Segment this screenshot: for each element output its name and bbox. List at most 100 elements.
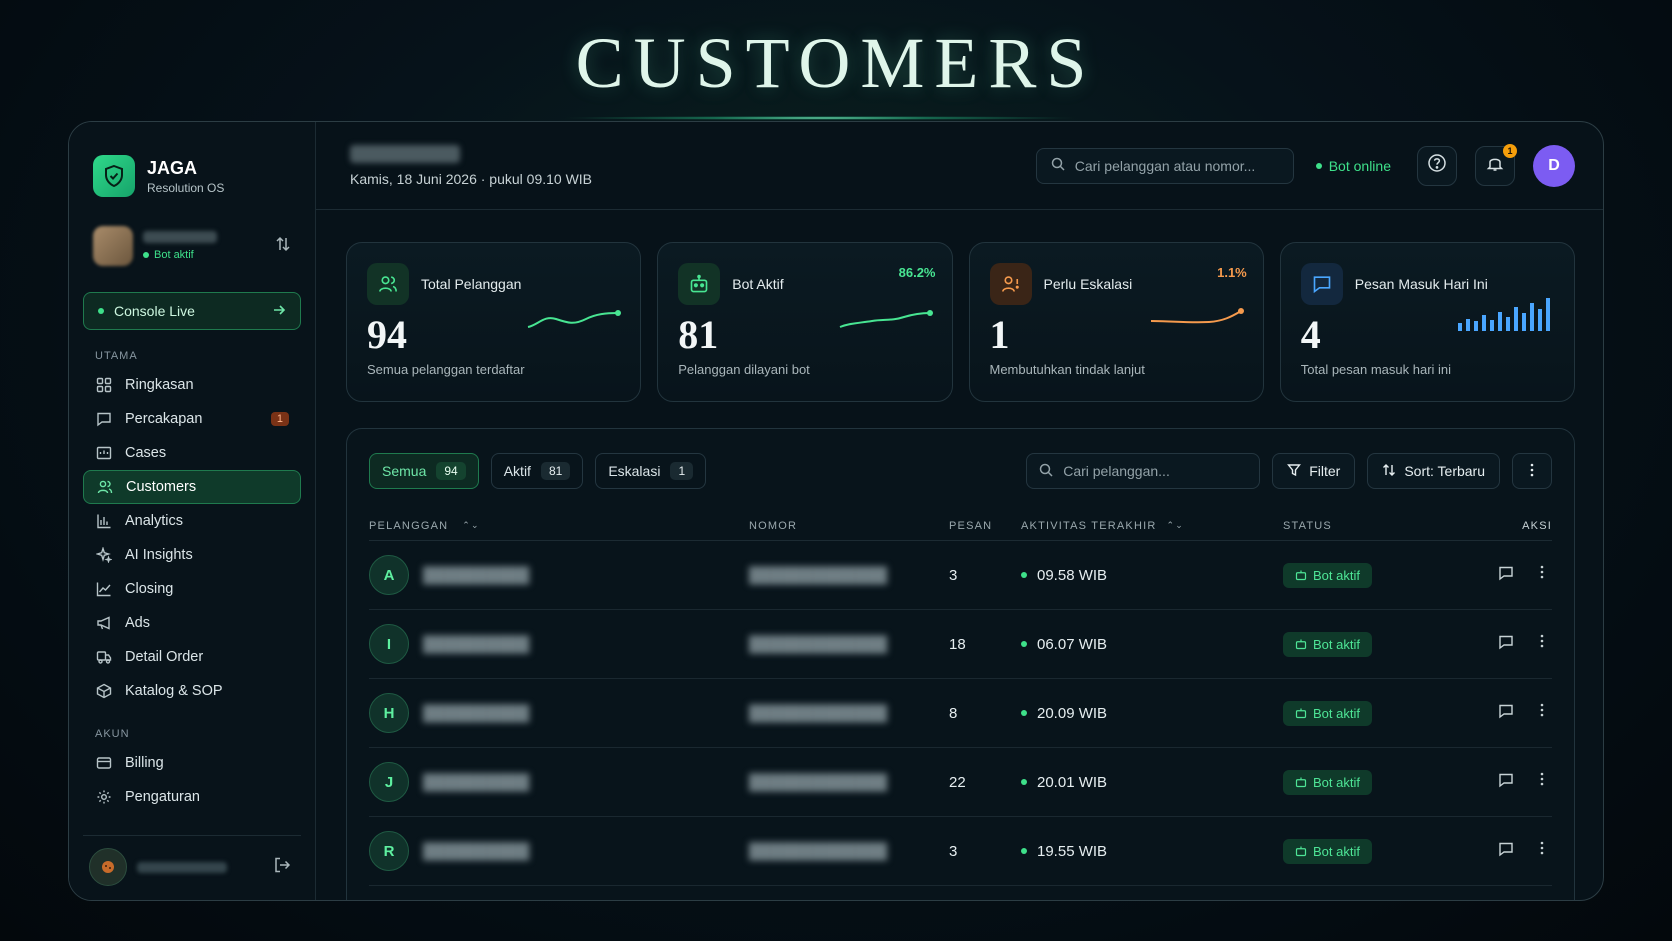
customer-number-redacted: █████████████ <box>749 773 888 791</box>
customer-avatar: I <box>369 624 409 664</box>
sidebar-item-cases[interactable]: Cases <box>83 436 301 470</box>
more-vertical-icon[interactable] <box>1540 841 1544 861</box>
bot-icon <box>1295 639 1307 650</box>
message-count: 3 <box>949 566 958 584</box>
column-header-activity[interactable]: AKTIVITAS TERAKHIR ⌃⌄ <box>1021 520 1283 532</box>
notification-badge: 1 <box>1503 143 1517 158</box>
message-count: 18 <box>949 635 966 653</box>
stat-description: Semua pelanggan terdaftar <box>367 362 525 377</box>
chat-icon[interactable] <box>1498 565 1514 585</box>
filter-button[interactable]: Filter <box>1272 453 1356 489</box>
customer-number-redacted: █████████████ <box>749 842 888 860</box>
sidebar-item-analytics[interactable]: Analytics <box>83 504 301 538</box>
swap-icon[interactable] <box>275 236 291 257</box>
tab-aktif[interactable]: Aktif 81 <box>490 453 584 489</box>
sidebar-item-katalog[interactable]: Katalog & SOP <box>83 674 301 708</box>
arrow-right-icon <box>272 303 286 320</box>
console-live-button[interactable]: Console Live <box>83 292 301 330</box>
status-badge: Bot aktif <box>1283 631 1372 657</box>
customer-name-redacted: ██████████ <box>423 773 530 791</box>
last-activity: 20.09 WIB <box>1021 705 1283 722</box>
customer-name-redacted: ██████████ <box>423 635 530 653</box>
app-window: JAGA Resolution OS Bot aktif Console Liv… <box>68 121 1604 901</box>
chat-icon[interactable] <box>1498 841 1514 861</box>
sidebar-item-percakapan[interactable]: Percakapan 1 <box>83 402 301 436</box>
bot-icon <box>1295 708 1307 719</box>
message-icon <box>1300 263 1343 305</box>
shield-icon <box>93 155 135 197</box>
bar-sparkline <box>1458 298 1550 331</box>
section-label-main: UTAMA <box>95 350 138 362</box>
stat-card-eskalasi: Perlu Eskalasi 1.1% 1 Membutuhkan tindak… <box>968 242 1264 402</box>
sidebar-item-billing[interactable]: Billing <box>83 746 301 780</box>
message-count: 22 <box>949 773 966 791</box>
sort-chevron-icon: ⌃⌄ <box>462 520 480 530</box>
workspace-switcher[interactable]: Bot aktif <box>83 218 301 274</box>
sidebar-item-pengaturan[interactable]: Pengaturan <box>83 780 301 814</box>
stat-label: Bot Aktif <box>732 276 784 292</box>
user-avatar-small[interactable] <box>89 848 127 886</box>
sidebar-item-closing[interactable]: Closing <box>83 572 301 606</box>
brand: JAGA Resolution OS <box>83 122 301 208</box>
last-activity: 06.07 WIB <box>1021 636 1283 653</box>
stat-percentage: 1.1% <box>1217 265 1247 280</box>
box-icon <box>95 682 113 700</box>
status-badge: Bot aktif <box>1283 700 1372 726</box>
sidebar-item-ringkasan[interactable]: Ringkasan <box>83 368 301 402</box>
notifications-button[interactable]: 1 <box>1475 143 1517 186</box>
table-row[interactable]: I ██████████ █████████████ 18 06.07 WIB … <box>369 610 1552 679</box>
tab-eskalasi[interactable]: Eskalasi 1 <box>595 453 707 489</box>
customer-avatar: J <box>369 762 409 802</box>
more-vertical-icon[interactable] <box>1540 565 1544 585</box>
chat-icon[interactable] <box>1498 634 1514 654</box>
users-icon <box>367 263 409 305</box>
bot-online-status: Bot online <box>1315 158 1391 174</box>
global-search-input[interactable]: Cari pelanggan atau nomor... <box>1035 147 1294 184</box>
sort-icon <box>1382 463 1396 480</box>
sparkline <box>839 310 933 328</box>
sidebar-item-customers[interactable]: Customers <box>83 470 301 504</box>
table-toolbar: Semua 94 Aktif 81 Eskalasi 1 Cari pelang… <box>369 453 1552 489</box>
sidebar-item-ads[interactable]: Ads <box>83 606 301 640</box>
sidebar-footer <box>83 835 301 886</box>
chat-icon[interactable] <box>1498 703 1514 723</box>
customer-number-redacted: █████████████ <box>749 635 888 653</box>
table-row[interactable]: J ██████████ █████████████ 22 20.01 WIB … <box>369 748 1552 817</box>
table-header: PELANGGAN ⌃⌄ NOMOR PESAN AKTIVITAS TERAKH… <box>369 511 1552 541</box>
customer-search-input[interactable]: Cari pelanggan... <box>1026 453 1261 489</box>
logout-icon[interactable] <box>273 856 291 879</box>
table-row[interactable]: H ██████████ █████████████ 8 20.09 WIB B… <box>369 679 1552 748</box>
sort-chevron-icon: ⌃⌄ <box>1166 520 1184 530</box>
brand-name: JAGA <box>147 157 198 178</box>
help-button[interactable] <box>1417 145 1457 186</box>
table-body: A ██████████ █████████████ 3 09.58 WIB B… <box>369 541 1552 886</box>
status-badge: Bot aktif <box>1283 769 1372 795</box>
customers-table-card: Semua 94 Aktif 81 Eskalasi 1 Cari pelang… <box>346 428 1575 900</box>
filter-icon <box>1287 463 1302 480</box>
help-icon <box>1427 153 1447 178</box>
table-row[interactable]: A ██████████ █████████████ 3 09.58 WIB B… <box>369 541 1552 610</box>
more-vertical-icon[interactable] <box>1540 703 1544 723</box>
status-badge: Bot aktif <box>1283 562 1372 588</box>
sidebar: JAGA Resolution OS Bot aktif Console Liv… <box>69 122 316 900</box>
table-row[interactable]: R ██████████ █████████████ 3 19.55 WIB B… <box>369 817 1552 886</box>
tab-count: 1 <box>670 462 694 480</box>
inbox-icon <box>95 444 113 462</box>
stat-percentage: 86.2% <box>898 265 936 280</box>
main-content: Kamis, 18 Juni 2026 · pukul 09.10 WIB Ca… <box>316 122 1603 900</box>
chat-icon[interactable] <box>1498 772 1514 792</box>
more-vertical-icon[interactable] <box>1540 772 1544 792</box>
column-header-actions: AKSI <box>1522 519 1552 532</box>
sort-button[interactable]: Sort: Terbaru <box>1367 453 1500 489</box>
sidebar-item-detail-order[interactable]: Detail Order <box>83 640 301 674</box>
user-avatar[interactable]: D <box>1533 144 1575 187</box>
page-title <box>350 144 460 163</box>
customer-avatar: R <box>369 831 409 871</box>
sidebar-item-ai-insights[interactable]: AI Insights <box>83 538 301 572</box>
more-vertical-icon[interactable] <box>1540 634 1544 654</box>
tab-semua[interactable]: Semua 94 <box>369 453 479 489</box>
stat-card-bot-aktif: Bot Aktif 86.2% 81 Pelanggan dilayani bo… <box>657 242 953 402</box>
hero-glow <box>560 116 1080 120</box>
more-options-button[interactable] <box>1512 453 1552 489</box>
column-header-customer[interactable]: PELANGGAN ⌃⌄ <box>369 520 749 532</box>
